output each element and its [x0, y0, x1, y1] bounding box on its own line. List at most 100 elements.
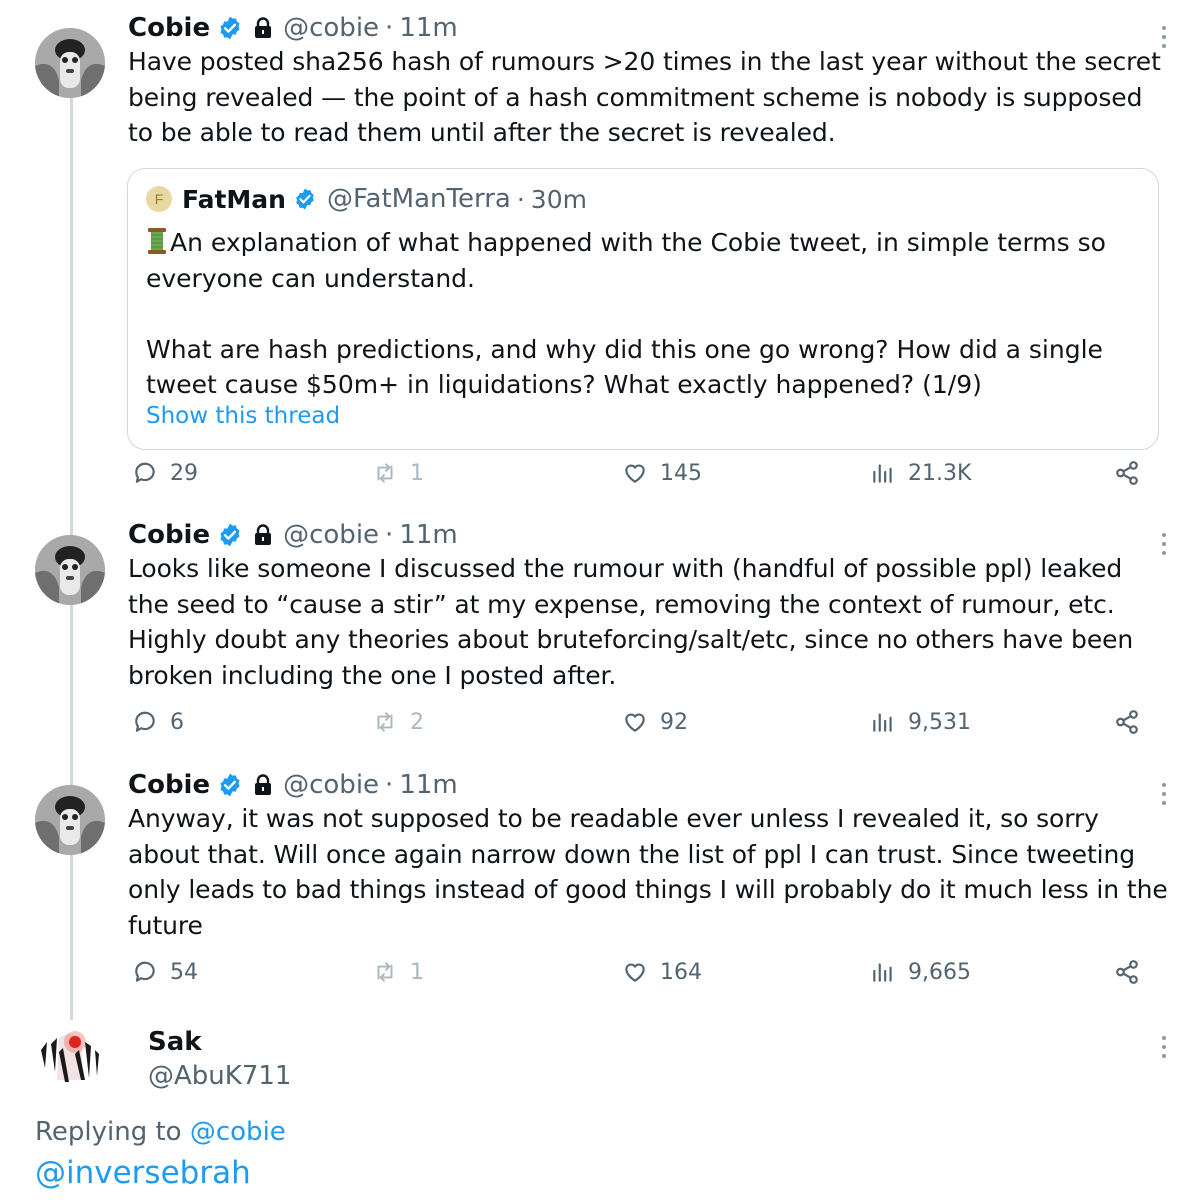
timestamp[interactable]: 11m: [399, 520, 457, 550]
reply-icon: [135, 711, 155, 732]
retweet-button[interactable]: 2: [372, 707, 424, 737]
quoted-timestamp[interactable]: 30m: [531, 185, 587, 214]
quoted-tweet[interactable]: F FatMan @FatManTerra · 30m An explanati…: [127, 168, 1159, 450]
share-button[interactable]: [1114, 707, 1152, 737]
lock-icon: [255, 524, 272, 545]
retweet-icon: [377, 463, 393, 483]
views-button[interactable]: 21.3K: [870, 458, 971, 488]
tweet-text: Have posted sha256 hash of rumours >20 t…: [128, 47, 1161, 147]
share-icon: [1116, 710, 1138, 734]
avatar-image-icon: [35, 785, 105, 855]
replying-prefix: Replying to: [35, 1117, 190, 1147]
verified-badge-icon: [220, 523, 240, 547]
spool-thread-icon: [148, 228, 166, 254]
verified-badge-icon: [296, 188, 314, 210]
reply-icon: [135, 462, 155, 483]
heart-icon: [625, 963, 645, 982]
like-count: 145: [660, 460, 702, 486]
retweet-icon: [377, 712, 393, 732]
heart-icon: [625, 713, 645, 732]
like-button[interactable]: 92: [622, 707, 688, 737]
retweet-button[interactable]: 1: [372, 957, 424, 987]
tweet-text: Anyway, it was not supposed to be readab…: [128, 804, 1168, 940]
separator-dot: ·: [385, 770, 394, 800]
action-bar: 29 1 145 21.3K: [128, 458, 1148, 488]
retweet-icon: [377, 962, 393, 982]
reply-avatar[interactable]: [35, 1020, 105, 1090]
reply-button[interactable]: 54: [132, 957, 198, 987]
views-count: 9,665: [908, 959, 971, 985]
views-bars-icon: [873, 963, 892, 982]
tweet-3[interactable]: Cobie @cobie · 11m Anyway, it was not su…: [0, 765, 1193, 1005]
timestamp[interactable]: 11m: [399, 770, 457, 800]
replying-to-link[interactable]: @cobie: [190, 1117, 286, 1147]
avatar-image-icon: [35, 1020, 105, 1090]
share-icon: [1116, 960, 1138, 984]
user-handle[interactable]: @cobie: [283, 13, 379, 43]
reply-button[interactable]: 29: [132, 458, 198, 488]
tweet-2[interactable]: Cobie @cobie · 11m Looks like someone I …: [0, 515, 1193, 745]
tweet-1[interactable]: Cobie @cobie · 11m Have posted sha256 ha…: [0, 8, 1193, 508]
user-handle[interactable]: @cobie: [283, 770, 379, 800]
reply-handle[interactable]: @AbuK711: [148, 1061, 291, 1091]
views-count: 21.3K: [908, 460, 972, 486]
user-handle[interactable]: @cobie: [283, 520, 379, 550]
reply-button[interactable]: 6: [132, 707, 184, 737]
reply-display-name[interactable]: Sak: [148, 1027, 202, 1057]
display-name[interactable]: Cobie: [128, 770, 210, 800]
views-bars-icon: [873, 464, 892, 483]
avatar[interactable]: [35, 28, 105, 98]
avatar-image-icon: [35, 535, 105, 605]
more-options-icon[interactable]: [1161, 1036, 1167, 1058]
avatar-image-icon: [35, 28, 105, 98]
quoted-avatar[interactable]: F: [146, 186, 172, 212]
quoted-tweet-header: F FatMan @FatManTerra · 30m: [146, 181, 587, 217]
retweet-count: 2: [410, 709, 424, 735]
action-bar: 6 2 92 9,531: [128, 707, 1148, 737]
action-bar: 54 1 164 9,665: [128, 957, 1148, 987]
views-count: 9,531: [908, 709, 971, 735]
quoted-tweet-body: An explanation of what happened with the…: [146, 225, 1146, 403]
reply-count: 29: [170, 460, 198, 486]
reply-icon: [135, 961, 155, 982]
views-bars-icon: [873, 713, 892, 732]
tweet-header: Cobie @cobie · 11m: [128, 8, 458, 48]
views-button[interactable]: 9,531: [870, 707, 971, 737]
tweet-header: Cobie @cobie · 11m: [128, 515, 458, 555]
lock-icon: [255, 774, 272, 795]
avatar[interactable]: [35, 535, 105, 605]
thread-view: Cobie @cobie · 11m Have posted sha256 ha…: [0, 0, 1193, 1200]
share-button[interactable]: [1114, 957, 1152, 987]
separator-dot: ·: [385, 520, 394, 550]
views-button[interactable]: 9,665: [870, 957, 971, 987]
retweet-count: 1: [410, 460, 424, 486]
timestamp[interactable]: 11m: [399, 13, 457, 43]
retweet-count: 1: [410, 959, 424, 985]
reply-count: 54: [170, 959, 198, 985]
quoted-handle[interactable]: @FatManTerra: [327, 184, 511, 214]
reply-count: 6: [170, 709, 184, 735]
like-count: 92: [660, 709, 688, 735]
show-thread-link[interactable]: Show this thread: [146, 403, 340, 429]
replying-to-line: Replying to @cobie: [35, 1117, 286, 1147]
share-button[interactable]: [1114, 458, 1152, 488]
heart-icon: [625, 464, 645, 483]
retweet-button[interactable]: 1: [372, 458, 424, 488]
like-button[interactable]: 145: [622, 458, 702, 488]
avatar[interactable]: [35, 785, 105, 855]
tweet-text: Looks like someone I discussed the rumou…: [128, 554, 1134, 690]
quoted-tweet-text: An explanation of what happened with the…: [146, 228, 1106, 399]
tweet-header: Cobie @cobie · 11m: [128, 765, 458, 805]
lock-icon: [255, 17, 272, 38]
like-button[interactable]: 164: [622, 957, 702, 987]
display-name[interactable]: Cobie: [128, 520, 210, 550]
verified-badge-icon: [220, 773, 240, 797]
like-count: 164: [660, 959, 702, 985]
share-icon: [1116, 461, 1138, 485]
separator-dot: ·: [385, 13, 394, 43]
verified-badge-icon: [220, 16, 240, 40]
display-name[interactable]: Cobie: [128, 13, 210, 43]
quoted-display-name[interactable]: FatMan: [182, 185, 286, 214]
separator-dot: ·: [516, 184, 525, 214]
reply-text-mention[interactable]: @inversebrah: [35, 1155, 251, 1191]
